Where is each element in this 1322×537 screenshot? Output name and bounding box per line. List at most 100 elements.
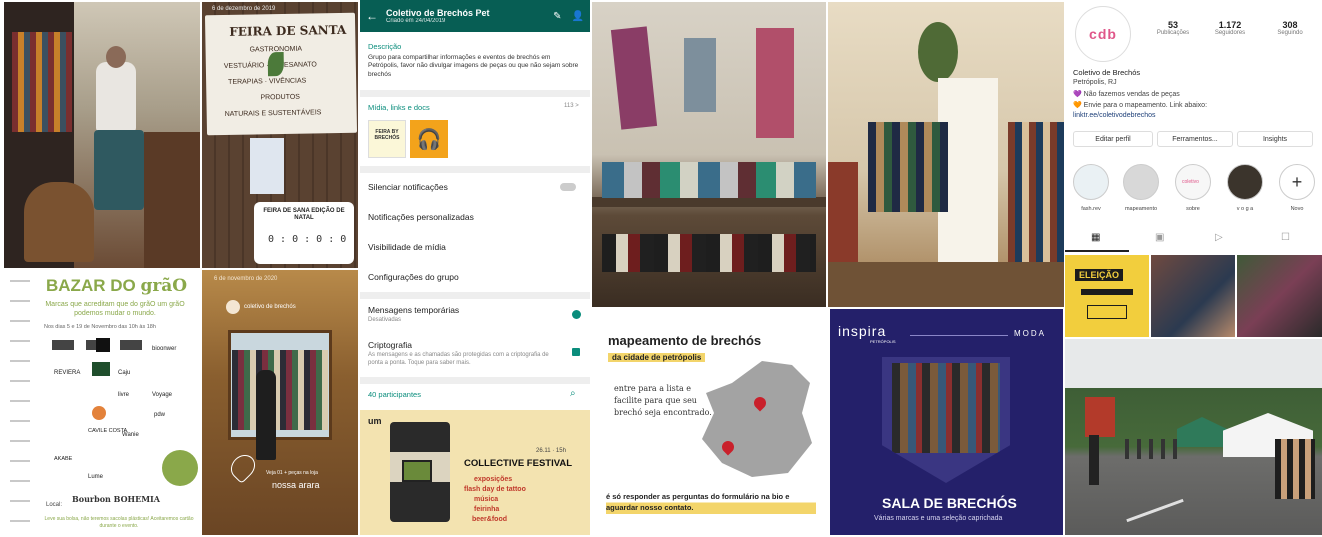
inspira-title: SALA DE BRECHÓS	[882, 495, 1017, 511]
photo-feira-banner[interactable]: 6 de dezembro de 2019 FEIRA DE SANTA GAS…	[202, 2, 358, 268]
back-arrow-icon[interactable]: ←	[366, 9, 378, 23]
separator	[360, 292, 590, 299]
flyer-bazar-do-grao[interactable]: BAZAR DO grãO Marcas que acreditam que d…	[4, 270, 200, 535]
story-caption-0: fash.rev	[1081, 206, 1101, 212]
temp-messages-status: Desativadas	[368, 317, 402, 323]
banner-line-5: PRODUTOS	[260, 93, 301, 102]
story-highlight-fashrev[interactable]	[1073, 164, 1109, 200]
post-eleicao-title: ELEIÇÃO	[1075, 269, 1124, 281]
tools-button[interactable]: Ferramentos...	[1157, 131, 1233, 147]
insights-button[interactable]: Insights	[1237, 131, 1313, 147]
media-thumb-flyer[interactable]: FEIRA BY BRECHÓS	[368, 120, 406, 158]
flyer-mapeamento[interactable]: mapeamento de brechós da cidade de petró…	[592, 309, 828, 535]
story-date: 6 de novembro de 2020	[214, 276, 278, 282]
brand-1: REVIERA	[54, 370, 81, 376]
countdown-value: 0 : 0 : 0 : 0	[268, 234, 347, 245]
edit-pencil-icon[interactable]: ✎	[553, 11, 561, 22]
story-account: coletivo de brechós	[244, 304, 296, 310]
bazar-footer: Leve sua bolsa, não teremos sacolas plás…	[44, 516, 194, 529]
flyer-inspira-sala-de-brechos[interactable]: inspira PETRÓPOLIS MODA SALA DE BRECHÓS …	[830, 309, 1063, 535]
brand-7: Wanie	[122, 432, 139, 438]
festival-item-3: feirinha	[474, 506, 500, 513]
inspira-header-line	[910, 335, 1008, 336]
brand-logo-black	[96, 338, 110, 352]
story-highlight-voga[interactable]	[1227, 164, 1263, 200]
story-highlight-sobre[interactable]: coletivo	[1175, 164, 1211, 200]
media-count[interactable]: 113 >	[564, 103, 579, 109]
media-thumb-headphones[interactable]: 🎧	[410, 120, 448, 158]
edit-profile-button[interactable]: Editar perfil	[1073, 131, 1153, 147]
photo-outdoor-fair[interactable]	[1065, 339, 1322, 535]
map-footer: é só responder as perguntas do formulári…	[606, 491, 816, 514]
profile-name: Coletivo de Brechós	[1073, 68, 1141, 77]
followers-count[interactable]: 1.172	[1205, 20, 1255, 30]
group-settings[interactable]: Configurações do grupo	[368, 272, 459, 282]
bio-link[interactable]: linktr.ee/coletivodebrechos	[1073, 112, 1156, 119]
grid-tab-indicator	[1065, 250, 1129, 252]
festival-tv-icon	[402, 460, 432, 482]
photo-clothesline-shoes[interactable]	[592, 2, 826, 307]
group-created: Criado em 24/04/2019	[386, 18, 446, 24]
group-name: Coletivo de Brechós Pet	[386, 8, 490, 18]
post-eleicao[interactable]: ELEIÇÃO	[1065, 255, 1149, 337]
story-highlight-sobre-text: coletivo	[1182, 179, 1199, 185]
festival-title: COLLECTIVE FESTIVAL	[464, 458, 573, 469]
story-new-button[interactable]: +	[1279, 164, 1315, 200]
brand-9: Lume	[88, 474, 104, 480]
profile-logo-text: cdb	[1089, 26, 1117, 42]
leaf-icon	[267, 51, 285, 77]
timer-icon	[572, 310, 581, 319]
separator	[360, 166, 590, 173]
brand-2: Caju	[118, 370, 131, 376]
followers-label[interactable]: Seguidores	[1205, 30, 1255, 36]
map-title: mapeamento de brechós	[608, 333, 762, 348]
flyer-collective-festival[interactable]: um 26.11 · 15h COLLECTIVE FESTIVAL expos…	[360, 410, 590, 535]
story-caption: nossa arara	[272, 480, 320, 490]
custom-notifications[interactable]: Notificações personalizadas	[368, 212, 474, 222]
video-tab-icon[interactable]: ▷	[1215, 232, 1223, 243]
countdown-widget: FEIRA DE SANA EDIÇÃO DE NATAL 0 : 0 : 0 …	[254, 202, 354, 264]
photo-woman-browsing[interactable]	[4, 2, 200, 268]
post-store-window[interactable]	[1237, 255, 1322, 337]
brand-logo-orange	[92, 406, 106, 420]
description-label: Descrição	[368, 42, 402, 51]
brand-0: bioonwer	[152, 346, 177, 352]
encryption-label[interactable]: Criptografia	[368, 340, 412, 350]
inspira-brand-sub: PETRÓPOLIS	[870, 339, 896, 344]
mute-label[interactable]: Silenciar notificações	[368, 182, 448, 192]
petropolis-map-shape	[702, 361, 812, 477]
profile-avatar[interactable]: cdb	[1075, 6, 1131, 62]
mute-toggle[interactable]	[560, 183, 576, 191]
story-rack-clothes	[232, 350, 328, 430]
following-count[interactable]: 308	[1265, 20, 1315, 30]
story-nossa-arara[interactable]: 6 de novembro de 2020 coletivo de brechó…	[202, 270, 358, 535]
grao-logo-circle	[162, 450, 198, 486]
story-highlight-mapeamento[interactable]	[1123, 164, 1159, 200]
banner-line-6: NATURAIS E SUSTENTÁVEIS	[224, 109, 322, 118]
media-thumb-text: FEIRA BY BRECHÓS	[374, 129, 400, 141]
tagged-tab-icon[interactable]: ☐	[1281, 232, 1290, 243]
story-avatar	[226, 300, 240, 314]
media-label[interactable]: Mídia, links e docs	[368, 103, 430, 112]
countdown-title: FEIRA DE SANA EDIÇÃO DE NATAL	[263, 208, 345, 222]
brand-logo-green	[92, 362, 110, 376]
reels-tab-icon[interactable]: ▣	[1155, 232, 1164, 243]
inspira-photo-shield	[882, 357, 1010, 483]
following-label[interactable]: Seguindo	[1265, 30, 1315, 36]
add-participant-icon[interactable]: 👤	[572, 11, 584, 22]
post-clothes-rack[interactable]	[1151, 255, 1235, 337]
bazar-title: BAZAR DO grãO	[46, 276, 188, 296]
lock-icon	[572, 348, 580, 356]
festival-item-2: música	[474, 496, 499, 503]
flyer-border-doodle	[10, 270, 30, 535]
banner-line-4: TERAPIAS · VIVÊNCIAS	[228, 77, 307, 86]
photo-shop-interior[interactable]	[828, 2, 1064, 307]
whatsapp-group-info: ← Coletivo de Brechós Pet Criado em 24/0…	[360, 0, 590, 408]
map-subtitle: da cidade de petrópolis	[608, 353, 706, 362]
media-visibility[interactable]: Visibilidade de mídia	[368, 242, 446, 252]
search-icon[interactable]: ⌕	[570, 388, 576, 399]
brand-4: Voyage	[152, 392, 173, 398]
participants-count: 40 participantes	[368, 390, 421, 399]
grid-tab-icon[interactable]: ▦	[1091, 232, 1100, 243]
temp-messages[interactable]: Mensagens temporárias	[368, 305, 459, 315]
